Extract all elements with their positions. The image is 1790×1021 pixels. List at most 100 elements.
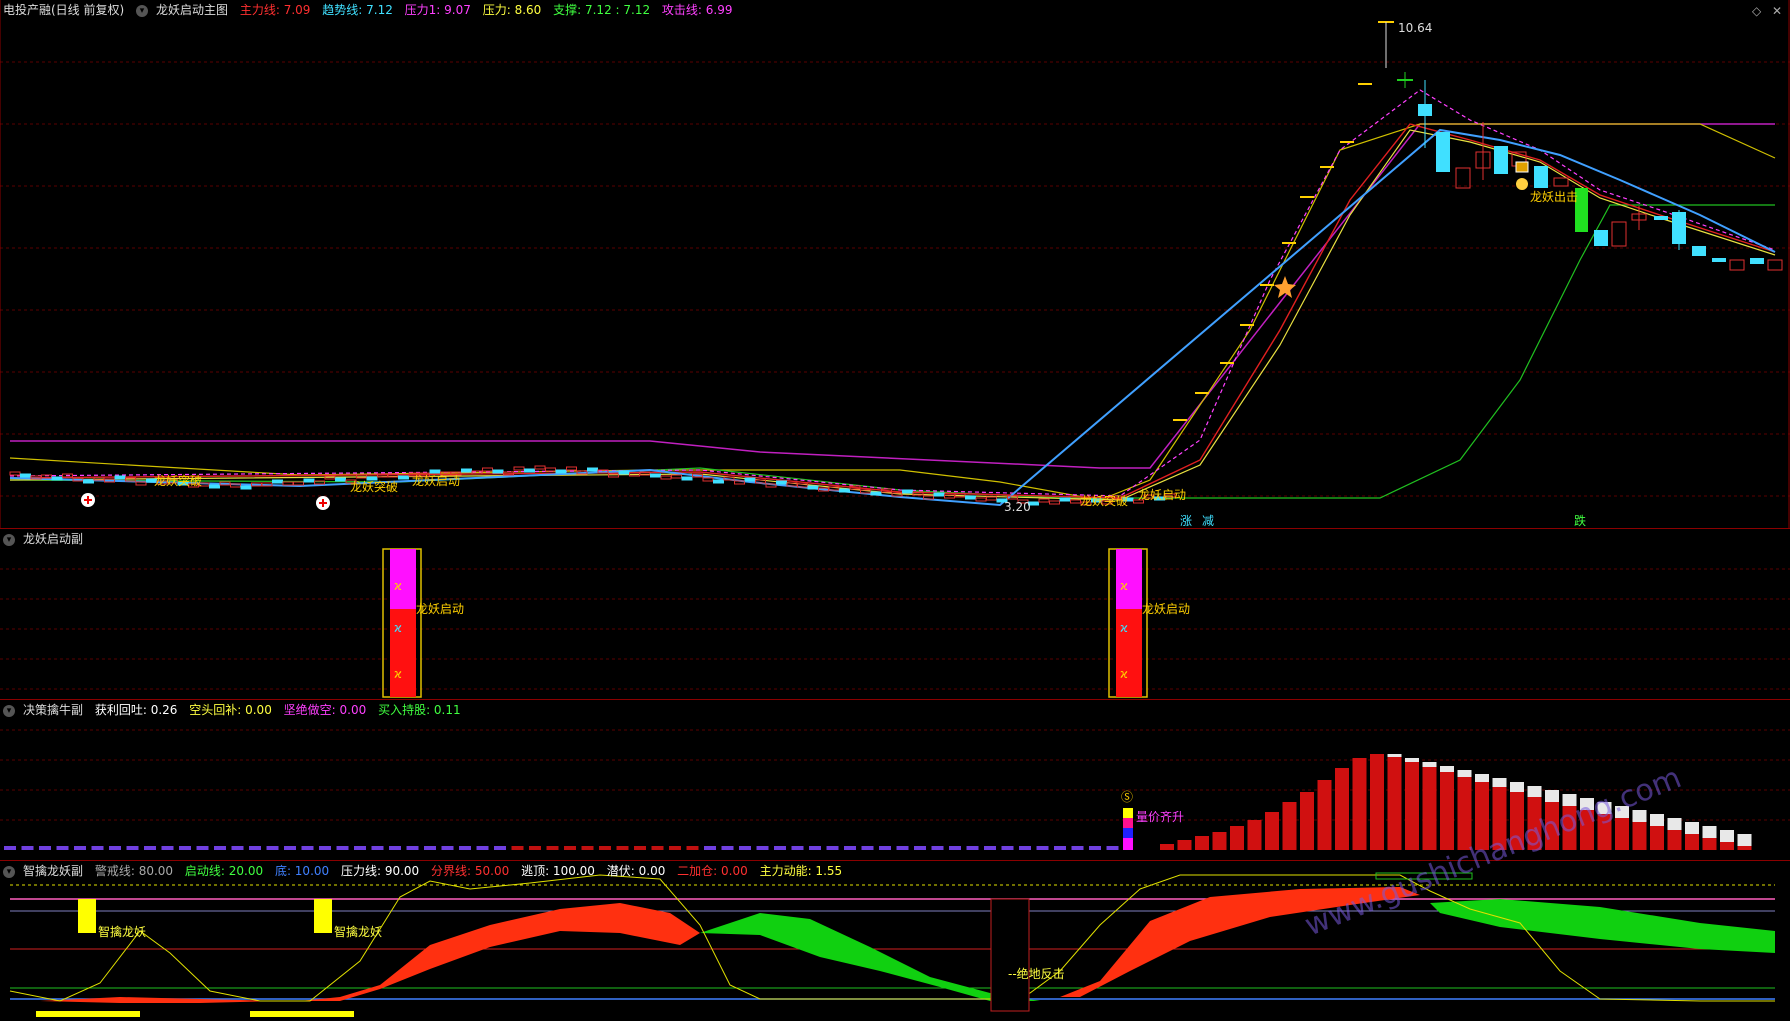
- volume-bar: [1001, 846, 1014, 850]
- volume-bar: [91, 846, 104, 850]
- candle: [986, 496, 997, 501]
- volume-bar: [1405, 758, 1419, 850]
- candle: [797, 483, 808, 488]
- candle: [1070, 499, 1081, 504]
- volume-bar-cap: [1650, 814, 1664, 826]
- sub1-panel[interactable]: ϰ ϰ ϰ ϰ ϰ ϰ ▾ 龙妖启动副 龙妖启动 龙妖启动: [0, 529, 1790, 699]
- pressure1-line: [10, 123, 1775, 469]
- volume-bar: [126, 846, 139, 850]
- sub2-title[interactable]: 决策擒牛副: [23, 703, 83, 717]
- param-energy: 主力动能: 1.55: [759, 864, 843, 878]
- volume-bar: [1440, 766, 1454, 850]
- candle: [807, 485, 819, 490]
- candle: [482, 467, 493, 472]
- volume-bar-cap: [1685, 822, 1699, 834]
- volume-bar: [914, 846, 926, 850]
- volume-bar: [1265, 812, 1279, 850]
- volume-bar: [704, 846, 716, 850]
- chevron-down-icon[interactable]: ▾: [3, 704, 15, 717]
- sub1-title[interactable]: 龙妖启动副: [23, 532, 83, 546]
- volume-bar: [529, 846, 541, 850]
- chevron-down-icon[interactable]: ▾: [3, 865, 15, 878]
- volume-bar: [494, 846, 506, 850]
- candle: [902, 489, 913, 494]
- candle: [398, 475, 409, 480]
- volume-bar: [791, 846, 804, 850]
- chevron-down-icon[interactable]: ▾: [136, 4, 149, 17]
- volume-bar: [161, 846, 174, 850]
- volume-bar: [1370, 754, 1384, 850]
- low-price-label: 3.20: [1004, 500, 1031, 514]
- param-pressure1: 压力1: 9.07: [404, 3, 471, 17]
- moneybag-icon: Ⓢ: [1121, 790, 1134, 804]
- close-icon[interactable]: ✕: [1772, 4, 1782, 18]
- volume-bar: [1352, 758, 1367, 850]
- volume-bar: [214, 846, 226, 850]
- star-icon: [1274, 276, 1296, 298]
- param-alert: 警戒线: 80.00: [94, 864, 174, 878]
- tag-fall: 跌: [1574, 514, 1587, 528]
- main-header: 电投产融(日线 前复权) ▾ 龙妖启动主图 主力线: 7.09 趋势线: 7.12…: [0, 0, 741, 20]
- candle: [492, 469, 504, 474]
- launch-bar-a: [382, 548, 422, 698]
- diamond-icon[interactable]: ◇: [1752, 4, 1761, 18]
- butterfly-icon: ϰ: [394, 667, 402, 681]
- volume-bar: [861, 846, 874, 850]
- candle: [524, 468, 535, 473]
- volume-bar: [739, 846, 751, 850]
- candle: [870, 491, 882, 496]
- moneybag-icon: [1515, 161, 1529, 190]
- volume-bar: [966, 846, 979, 850]
- annotation-breakout: 龙妖突破: [154, 474, 203, 488]
- candle: [912, 491, 924, 496]
- sub3-panel[interactable]: ▾ 智擒龙妖副 警戒线: 80.00 启动线: 20.00 底: 10.00 压力…: [0, 760, 1790, 1021]
- volume-bar: [564, 846, 576, 850]
- candle: [314, 480, 325, 485]
- launch-bar-b: [1108, 548, 1148, 698]
- volume-bar: [336, 846, 349, 850]
- butterfly-icon: ϰ: [394, 579, 402, 593]
- candle: [51, 476, 63, 481]
- candle: [282, 481, 294, 486]
- volume-bar-cap: [1545, 790, 1559, 802]
- volume-bar: [301, 846, 314, 850]
- volume-bar: [476, 846, 489, 850]
- param-main-force: 主力线: 7.09: [239, 3, 311, 17]
- candle: [555, 469, 567, 474]
- candle: [1038, 498, 1050, 503]
- candle: [513, 466, 525, 471]
- volume-bar-cap: [1702, 826, 1717, 838]
- main-force-line: [9, 123, 1776, 499]
- volume-bar: [1387, 754, 1402, 850]
- candle: [20, 473, 31, 478]
- high-price-label: 10.64: [1398, 21, 1433, 35]
- volume-bar-cap: [1720, 830, 1734, 842]
- candle: [755, 479, 766, 484]
- volume-bar: [896, 846, 909, 850]
- volume-bar: [441, 846, 454, 850]
- candle: [41, 474, 52, 479]
- volume-bar: [1300, 792, 1314, 850]
- volume-bar: [1247, 820, 1262, 850]
- param-divider: 分界线: 50.00: [431, 864, 510, 878]
- candle: [240, 485, 252, 490]
- annotation-strike: 龙妖出击: [1530, 190, 1579, 204]
- chevron-down-icon[interactable]: ▾: [3, 533, 15, 546]
- smart-label: 智擒龙妖: [334, 925, 383, 939]
- candle: [650, 473, 661, 478]
- butterfly-icon: ϰ: [1120, 667, 1128, 681]
- candle: [786, 482, 798, 487]
- main-chart-panel[interactable]: 电投产融(日线 前复权) ▾ 龙妖启动主图 主力线: 7.09 趋势线: 7.12…: [0, 0, 1790, 528]
- candle: [965, 495, 976, 500]
- candle: [765, 483, 777, 488]
- volume-bar: [1422, 762, 1437, 850]
- main-indicator-name[interactable]: 龙妖启动主图: [156, 3, 228, 17]
- sub3-title[interactable]: 智擒龙妖副: [23, 864, 83, 878]
- volume-bar: [511, 846, 524, 850]
- candle: [734, 480, 745, 485]
- stock-title[interactable]: 电投产融(日线 前复权): [3, 3, 124, 17]
- param-bottom: 底: 10.00: [274, 864, 330, 878]
- candle: [618, 470, 630, 475]
- candle: [776, 480, 787, 485]
- sub2-header: ▾ 决策擒牛副 获利回吐: 0.26 空头回补: 0.00 坚绝做空: 0.00 …: [0, 700, 469, 720]
